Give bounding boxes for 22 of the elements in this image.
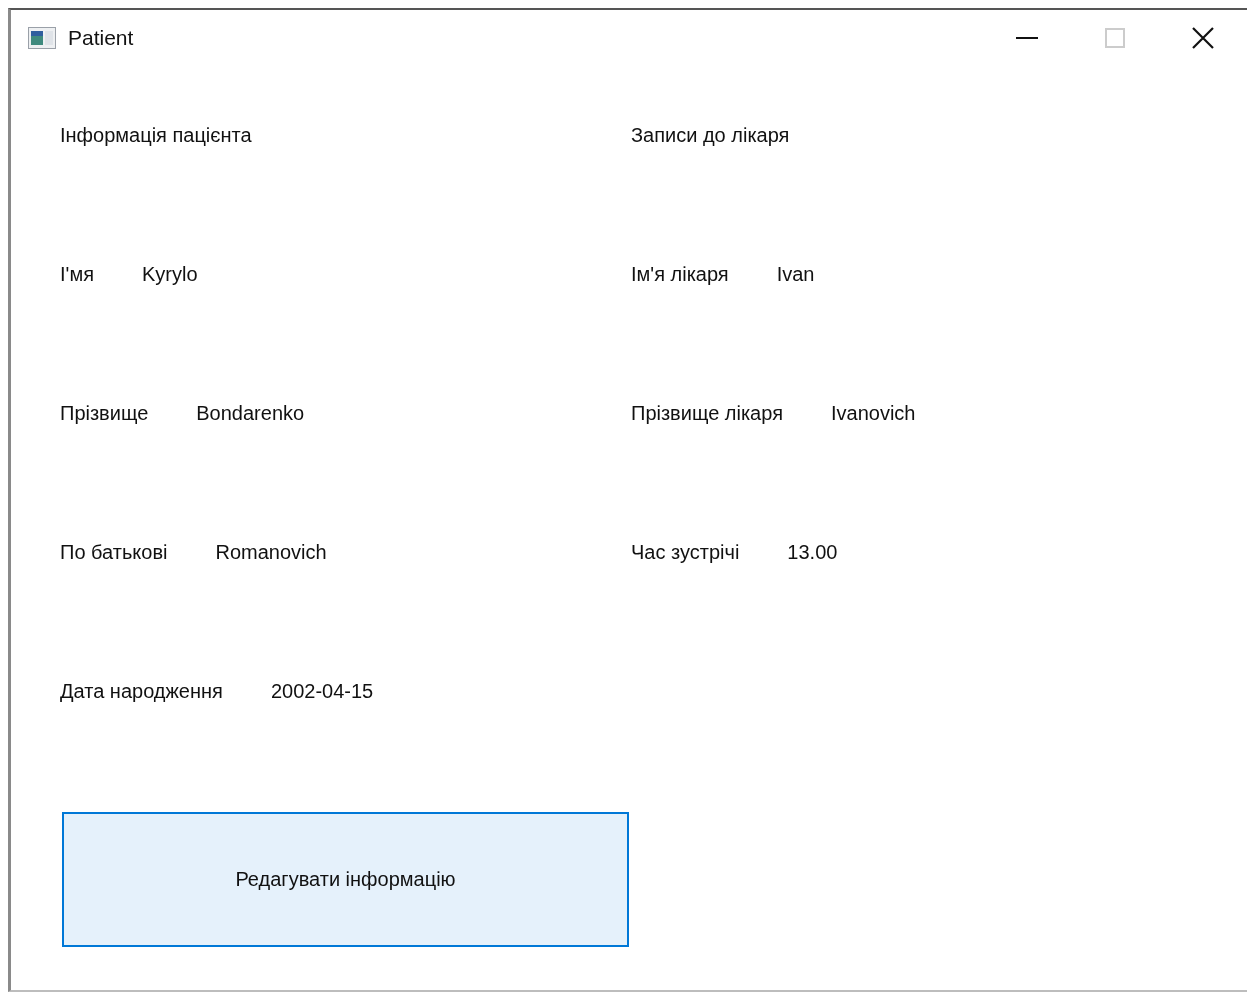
field-value: 2002-04-15 — [270, 680, 374, 703]
field-value: Ivanovich — [831, 402, 916, 425]
field-label: По батькові — [60, 541, 168, 564]
field-label: Дата народження — [60, 680, 223, 703]
field-value: Bondarenko — [196, 402, 305, 425]
close-icon — [1192, 27, 1214, 49]
app-window-icon — [28, 27, 56, 49]
field-label: Ім'я лікаря — [631, 263, 729, 286]
field-value: 13.00 — [787, 541, 838, 564]
maximize-icon — [1105, 28, 1125, 48]
field-label: Прізвище — [60, 402, 149, 425]
field-value: Romanovich — [215, 541, 327, 564]
window-title: Patient — [68, 26, 134, 50]
field-label: І'мя — [60, 263, 94, 286]
field-value: Ivan — [776, 263, 815, 286]
minimize-icon — [1016, 37, 1038, 39]
section-heading: Інформація пацієнта — [60, 124, 252, 147]
section-heading: Записи до лікаря — [631, 124, 790, 147]
field-label: Час зустрічі — [631, 541, 740, 564]
field-value: Kyrylo — [141, 263, 198, 286]
edit-info-button[interactable]: Редагувати інформацію — [62, 812, 629, 947]
field-label: Прізвище лікаря — [631, 402, 783, 425]
